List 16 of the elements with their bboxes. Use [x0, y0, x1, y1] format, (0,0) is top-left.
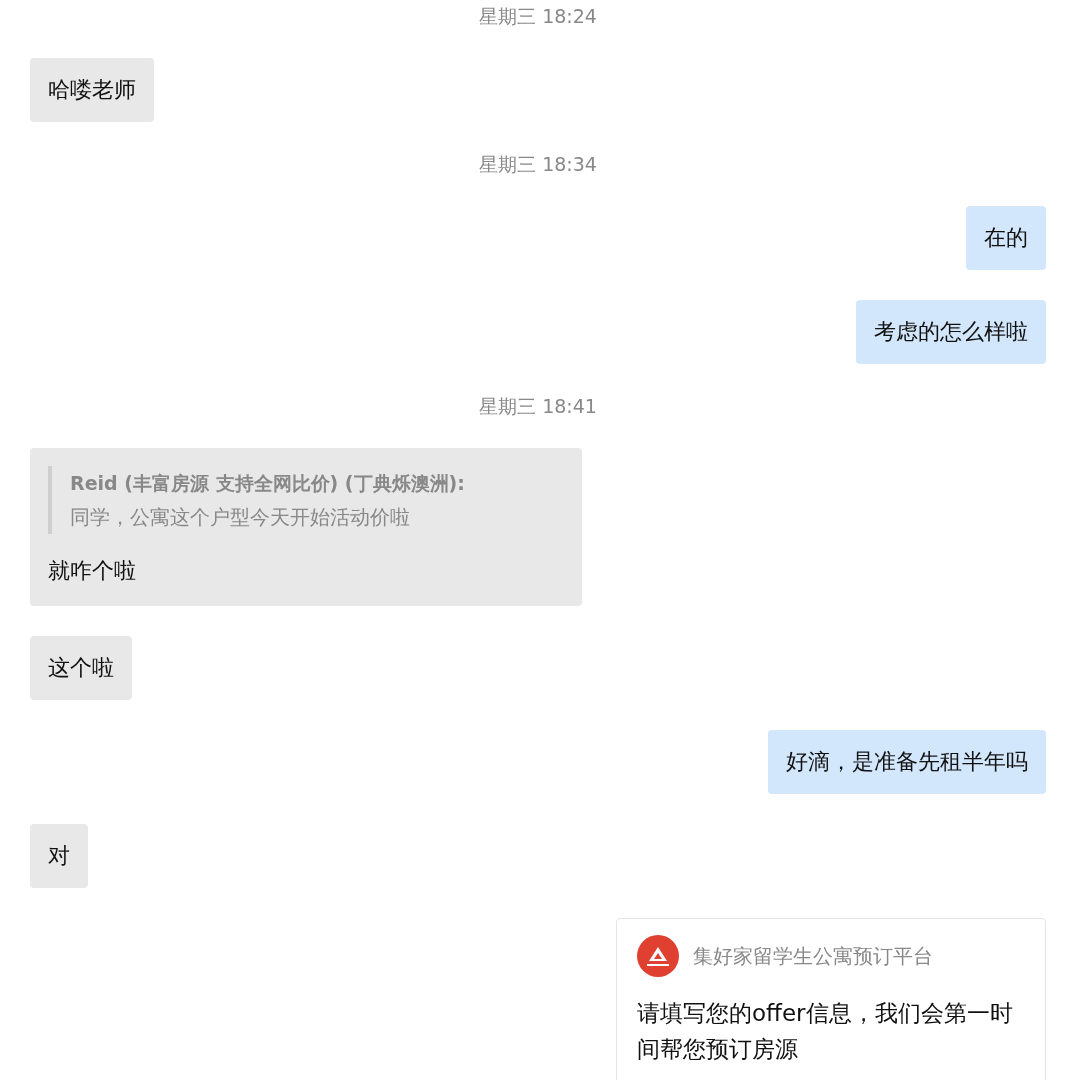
quote-author: Reid (丰富房源 支持全网比价) (丁典烁澳洲): — [70, 471, 466, 496]
message-bubble: 在的 — [966, 206, 1046, 270]
message-bubble: 好滴，是准备先租半年吗 — [768, 730, 1046, 794]
timestamp: 星期三 18:41 — [478, 394, 598, 418]
message-bubble: 对 — [30, 824, 88, 888]
message-text: 就咋个啦 — [48, 557, 137, 585]
message-bubble: 这个啦 — [30, 636, 132, 700]
quote-text: 同学，公寓这个户型今天开始活动价啦 — [70, 504, 411, 531]
message-bubble: 考虑的怎么样啦 — [856, 300, 1046, 364]
card-text: 请填写您的offer信息，我们会第一时间帮您预订房源 — [637, 999, 1014, 1064]
link-card[interactable]: 集好家留学生公寓预订平台 请填写您的offer信息，我们会第一时间帮您预订房源 — [616, 918, 1046, 1080]
message-bubble: 哈喽老师 — [30, 58, 154, 122]
card-title: 集好家留学生公寓预订平台 — [693, 942, 933, 970]
logo-icon — [637, 935, 679, 977]
timestamp: 星期三 18:24 — [478, 4, 598, 28]
timestamp: 星期三 18:34 — [478, 152, 598, 176]
